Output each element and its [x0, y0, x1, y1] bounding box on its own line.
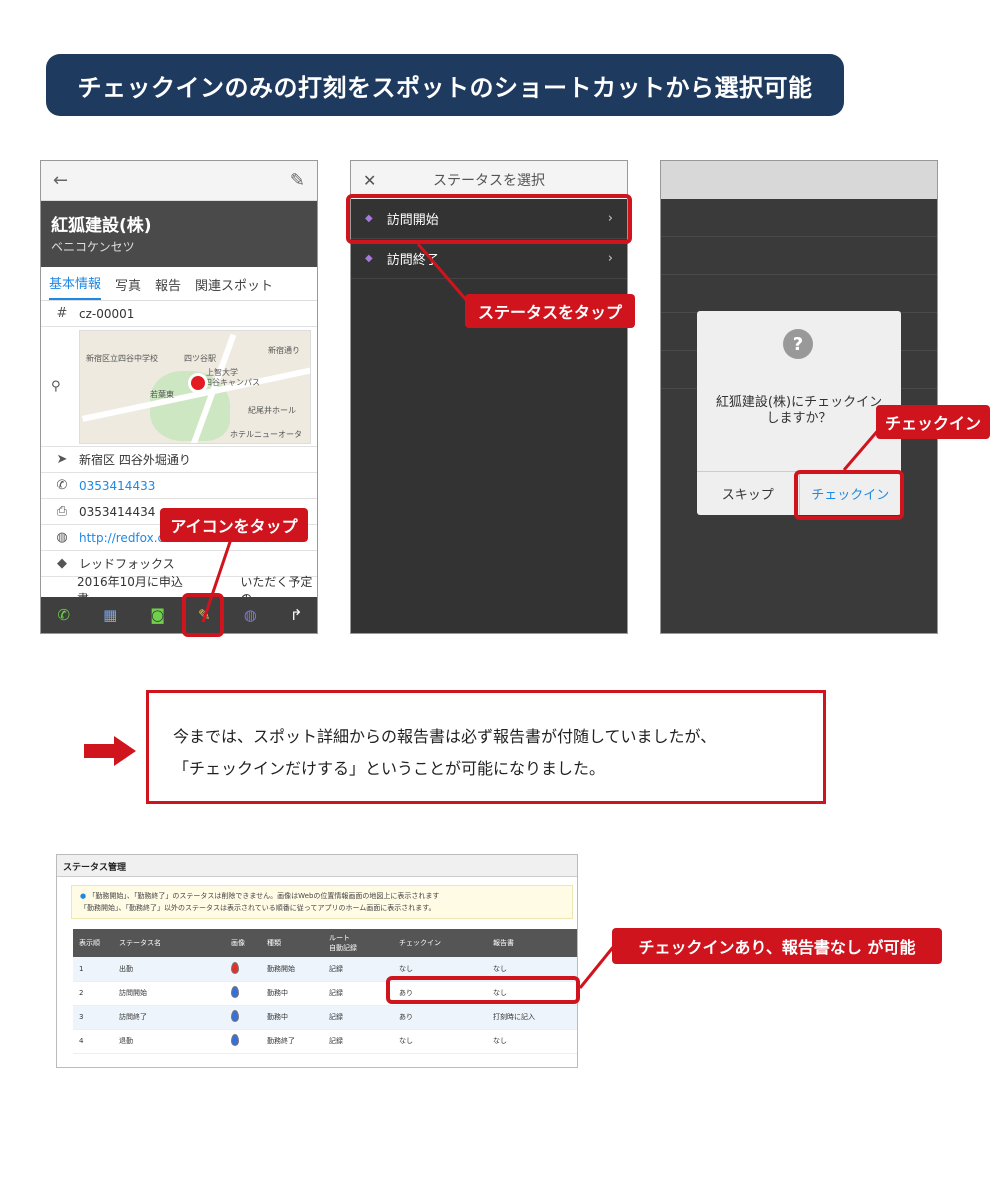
callout-line [578, 945, 616, 989]
col-order[interactable]: 表示順 [73, 929, 113, 957]
explanation-note: 今までは、スポット詳細からの報告書は必ず報告書が付随していましたが、 「チェック… [146, 690, 826, 804]
cell-name: 訪問終了 [113, 1005, 225, 1030]
col-image: 画像 [225, 929, 261, 957]
cell-route: 記録 [323, 981, 393, 1006]
cell-kind: 勤務中 [261, 981, 323, 1006]
table-row[interactable]: 3 訪問終了 勤務中 記録 あり 打刻時に記入 [73, 1005, 577, 1030]
cell-route: 記録 [323, 957, 393, 982]
col-checkin: チェックイン [393, 929, 487, 957]
cell-kind: 勤務開始 [261, 957, 323, 982]
map-marker-icon [231, 986, 239, 998]
map-marker-icon [231, 961, 239, 974]
info-line1: ● 「勤務開始」、「勤務終了」のステータスは削除できません。画像はWebの位置情… [80, 890, 564, 902]
highlight-report-icon [182, 593, 224, 637]
note-line2: 「チェックインだけする」ということが可能になりました。 [173, 759, 606, 778]
callout-line [842, 427, 882, 471]
status-table-header: 表示順 ステータス名 画像 種類 ルート自動記録 チェックイン 報告書 [73, 929, 577, 957]
callout-tap-status: ステータスをタップ [465, 294, 635, 328]
info-line2: 「勤務開始」、「勤務終了」以外のステータスは表示されている順番に従ってアプリのホ… [80, 904, 436, 912]
callout-checkin: チェックイン [876, 405, 990, 439]
col-kind: 種類 [261, 929, 323, 957]
table-row[interactable]: 4 退勤 勤務終了 記録 なし なし [73, 1029, 577, 1054]
cell-route: 記録 [323, 1005, 393, 1030]
highlight-checkin-button [794, 470, 904, 520]
cell-order: 1 [73, 957, 113, 982]
cell-order: 2 [73, 981, 113, 1006]
cell-kind: 勤務終了 [261, 1029, 323, 1054]
note-line1: 今までは、スポット詳細からの報告書は必ず報告書が付随していましたが、 [173, 727, 717, 746]
cell-checkin: あり [393, 1005, 487, 1030]
callout-tap-icon: アイコンをタップ [160, 508, 308, 542]
cell-order: 3 [73, 1005, 113, 1030]
status-management-panel: ステータス管理 ● 「勤務開始」、「勤務終了」のステータスは削除できません。画像… [56, 854, 578, 1068]
cell-name: 退勤 [113, 1029, 225, 1054]
cell-order: 4 [73, 1029, 113, 1054]
cell-image [225, 981, 261, 1006]
cell-image [225, 1029, 261, 1054]
col-report: 報告書 [487, 929, 577, 957]
cell-kind: 勤務中 [261, 1005, 323, 1030]
cell-name: 訪問開始 [113, 981, 225, 1006]
cell-route: 記録 [323, 1029, 393, 1054]
highlight-visit-start [346, 194, 632, 244]
status-management-title: ステータス管理 [57, 855, 577, 877]
col-route-line2: 自動記録 [329, 944, 357, 952]
highlight-checkin-cell [386, 976, 580, 1004]
status-info-box: ● 「勤務開始」、「勤務終了」のステータスは削除できません。画像はWebの位置情… [71, 885, 573, 919]
cell-image [225, 957, 261, 982]
cell-image [225, 1005, 261, 1030]
cell-checkin: なし [393, 1029, 487, 1054]
right-arrow-icon [84, 736, 136, 766]
cell-name: 出勤 [113, 957, 225, 982]
map-marker-icon [231, 1010, 239, 1022]
col-route-line1: ルート [329, 934, 350, 942]
map-marker-icon [231, 1034, 239, 1046]
col-route: ルート 自動記録 [323, 929, 393, 957]
cell-report: なし [487, 1029, 577, 1054]
cell-report: 打刻時に記入 [487, 1005, 577, 1030]
info-line1-text: 「勤務開始」、「勤務終了」のステータスは削除できません。画像はWebの位置情報画… [88, 892, 440, 900]
col-status-name[interactable]: ステータス名 [113, 929, 225, 957]
callout-checkin-no-report: チェックインあり、報告書なし が可能 [612, 928, 942, 964]
